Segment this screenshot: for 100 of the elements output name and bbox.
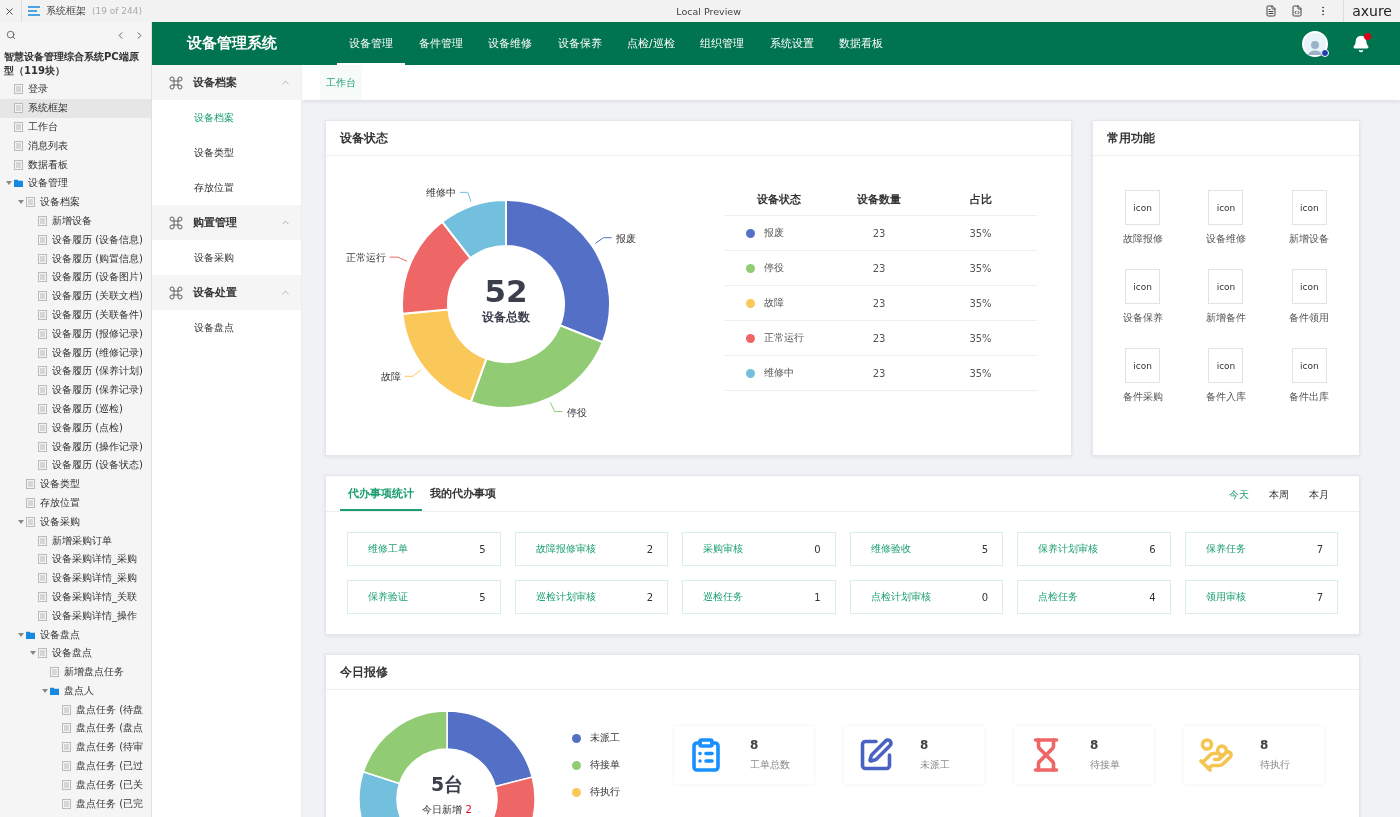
tree-item[interactable]: 设备履历 (购置信息) xyxy=(0,249,151,268)
tree-item[interactable]: 新增盘点任务 xyxy=(0,662,151,682)
todo-tile[interactable]: 维修验收 5 xyxy=(849,532,1003,566)
bell-icon[interactable] xyxy=(1352,34,1370,53)
tile-label: 故障报修审核 xyxy=(535,542,596,556)
tree-item[interactable]: 设备履历 (关联文档) xyxy=(0,286,151,306)
page-icon xyxy=(38,253,47,264)
todo-tile[interactable]: 采购审核 0 xyxy=(682,532,836,566)
caret-icon[interactable] xyxy=(16,630,26,639)
tree-item[interactable]: 数据看板 xyxy=(0,155,151,174)
range-tab[interactable]: 本周 xyxy=(1259,478,1299,511)
tree-item[interactable]: 设备采购详情_关联 xyxy=(0,587,151,607)
function-label: 备件入库 xyxy=(1206,390,1246,404)
todo-tile[interactable]: 巡检任务 1 xyxy=(682,580,836,614)
page-icon xyxy=(14,159,23,170)
tree-item[interactable]: 设备履历 (操作记录) xyxy=(0,437,151,456)
close-icon[interactable] xyxy=(4,5,15,17)
range-tab[interactable]: 今天 xyxy=(1219,478,1259,511)
tree-item[interactable]: 设备履历 (设备图片) xyxy=(0,267,151,287)
nav-tab[interactable]: 组织管理 xyxy=(688,22,757,65)
menu-icon[interactable] xyxy=(28,6,40,16)
page-icon xyxy=(38,309,47,320)
avatar[interactable] xyxy=(1302,30,1328,57)
todo-tile[interactable]: 点检计划审核 0 xyxy=(849,580,1003,614)
tab[interactable]: 我的代办事项 xyxy=(422,478,504,511)
tree-item[interactable]: 设备盘点 xyxy=(0,625,151,644)
tree-item[interactable]: 新增采购订单 xyxy=(0,531,151,550)
command-icon xyxy=(168,284,184,301)
todo-tile[interactable]: 点检任务 4 xyxy=(1017,580,1171,614)
tile-count: 5 xyxy=(479,543,486,555)
quick-function[interactable]: icon 新增备件 xyxy=(1184,269,1268,325)
quick-function[interactable]: icon 故障报修 xyxy=(1101,190,1185,246)
tree-item[interactable]: 盘点任务 (待审 xyxy=(0,737,151,757)
tree-item[interactable]: 盘点任务 (已完 xyxy=(0,794,151,814)
tree-item[interactable]: 盘点任务 (盘点 xyxy=(0,719,151,738)
todo-tile[interactable]: 巡检计划审核 2 xyxy=(514,580,668,614)
quick-function[interactable]: icon 新增设备 xyxy=(1267,190,1351,246)
menu-group[interactable]: 设备处置 xyxy=(152,275,301,310)
tree-item[interactable]: 设备管理 xyxy=(0,174,151,193)
tile-label: 保养验证 xyxy=(368,590,408,604)
todo-tile[interactable]: 领用审核 7 xyxy=(1184,580,1338,614)
range-tab[interactable]: 本月 xyxy=(1299,478,1339,511)
page-icon xyxy=(62,761,71,772)
tree-item[interactable]: 设备履历 (关联备件) xyxy=(0,305,151,325)
caret-icon[interactable] xyxy=(16,517,26,526)
nav-tab[interactable]: 系统设置 xyxy=(757,22,826,65)
nav-tab[interactable]: 备件管理 xyxy=(406,22,475,65)
todo-tile[interactable]: 故障报修审核 2 xyxy=(514,532,668,566)
tree-item[interactable]: 新增设备 xyxy=(0,211,151,231)
column-header: 设备状态 xyxy=(756,192,802,207)
nav-tab[interactable]: 数据看板 xyxy=(827,22,896,65)
tree-item[interactable]: 系统框架 xyxy=(0,98,151,118)
code-file-icon[interactable] xyxy=(1291,5,1304,17)
todo-tile[interactable]: 维修工单 5 xyxy=(347,532,501,566)
nav-tab[interactable]: 点检/巡检 xyxy=(615,22,687,65)
quick-function[interactable]: icon 备件出库 xyxy=(1267,348,1351,404)
tree-item[interactable]: 设备采购详情_采购 xyxy=(0,568,151,588)
tree-item[interactable]: 存放位置 xyxy=(0,493,151,513)
quick-function[interactable]: icon 设备维修 xyxy=(1184,190,1268,246)
quick-function[interactable]: icon 备件入库 xyxy=(1184,348,1268,404)
tree-item[interactable]: 设备档案 xyxy=(0,192,151,212)
todo-tile[interactable]: 保养任务 7 xyxy=(1184,532,1338,566)
todo-tile[interactable]: 保养验证 5 xyxy=(347,580,501,614)
stat-label: 待接单 xyxy=(1090,758,1120,772)
tree-item[interactable]: 盘点任务 (已过 xyxy=(0,756,151,776)
todo-tile[interactable]: 保养计划审核 6 xyxy=(1017,532,1171,566)
tree-item[interactable]: 设备履历 (设备信息) xyxy=(0,230,151,250)
menu-group[interactable]: 购置管理 xyxy=(152,205,301,240)
tree-item[interactable]: 设备履历 (保养计划) xyxy=(0,361,151,381)
caret-icon[interactable] xyxy=(40,686,50,695)
column-header: 设备数量 xyxy=(856,192,902,207)
tree-item[interactable]: 设备盘点 xyxy=(0,643,151,663)
tree-item[interactable]: 设备采购详情_采购 xyxy=(0,549,151,569)
slice-label: 正常运行 xyxy=(345,252,386,264)
tree-item[interactable]: 设备采购详情_操作 xyxy=(0,606,151,626)
page-icon xyxy=(38,291,47,302)
tree-item[interactable]: 设备履历 (保养记录) xyxy=(0,380,151,400)
quick-function[interactable]: icon 备件领用 xyxy=(1267,269,1351,325)
quick-function[interactable]: icon 设备保养 xyxy=(1101,269,1185,325)
tree-item[interactable]: 设备履历 (点检) xyxy=(0,418,151,438)
tree-item[interactable]: 设备履历 (维修记录) xyxy=(0,343,151,362)
tab[interactable]: 代办事项统计 xyxy=(340,478,422,511)
menu-group[interactable]: 设备档案 xyxy=(152,65,301,100)
tree-item[interactable]: 工作台 xyxy=(0,117,151,137)
nav-tab[interactable]: 设备保养 xyxy=(545,22,614,65)
icon-placeholder: icon xyxy=(1291,190,1327,225)
tree-item[interactable]: 盘点任务 (已关 xyxy=(0,775,151,795)
tree-item[interactable]: 设备履历 (设备状态) xyxy=(0,455,151,475)
quick-function[interactable]: icon 备件采购 xyxy=(1101,348,1185,404)
tree-item[interactable]: 设备采购 xyxy=(0,512,151,532)
tree-item[interactable]: 设备履历 (巡检) xyxy=(0,399,151,419)
nav-tab[interactable]: 设备维修 xyxy=(476,22,544,65)
tree-item[interactable]: 设备履历 (报修记录) xyxy=(0,324,151,344)
document-icon[interactable] xyxy=(1265,5,1278,17)
tree-item[interactable]: 登录 xyxy=(0,80,151,99)
tree-item[interactable]: 消息列表 xyxy=(0,136,151,156)
tree-item[interactable]: 设备类型 xyxy=(0,474,151,494)
search-icon[interactable] xyxy=(6,30,16,40)
tree-item[interactable]: 盘点任务 (待盘 xyxy=(0,700,151,720)
tree-item[interactable]: 盘点人 xyxy=(0,681,151,701)
